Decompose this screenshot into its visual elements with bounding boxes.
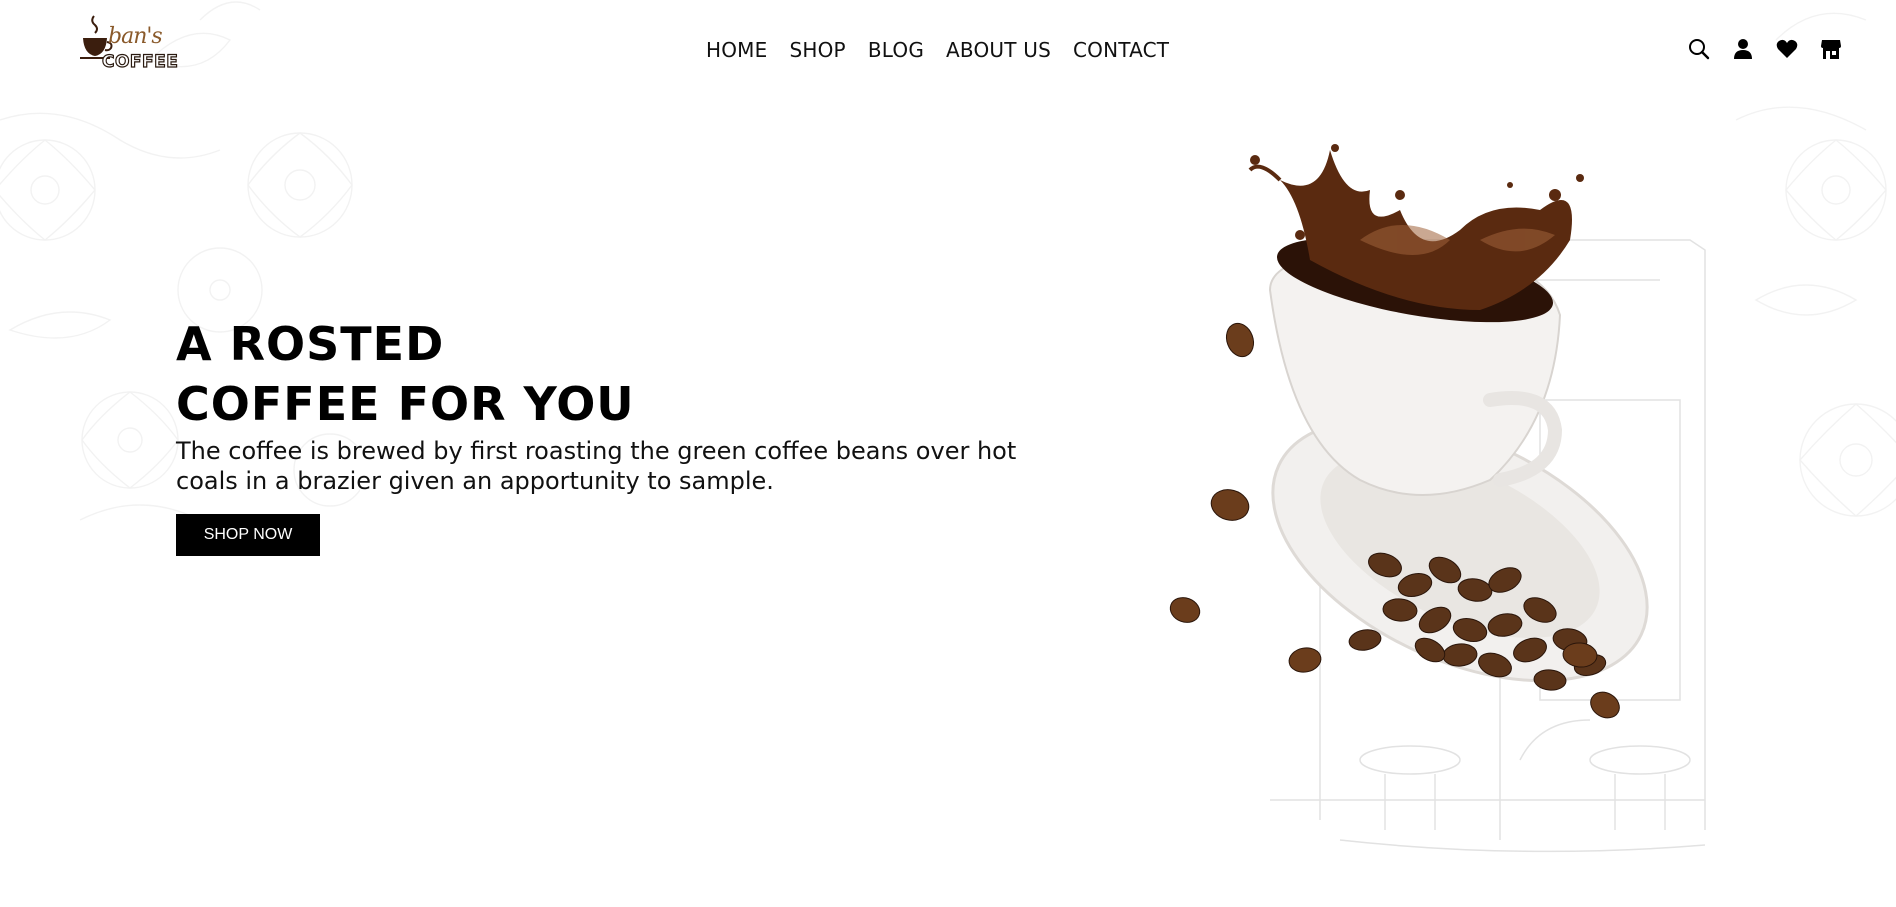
site-header: ban's COFFEE HOME SHOP BLOG ABOUT US CON… xyxy=(0,0,1896,100)
nav-item-contact[interactable]: CONTACT xyxy=(1073,38,1169,62)
brand-word: COFFEE xyxy=(101,51,179,72)
brand-logo[interactable]: ban's COFFEE xyxy=(80,12,180,74)
header-icons xyxy=(1688,38,1842,60)
nav-item-blog[interactable]: BLOG xyxy=(868,38,924,62)
coffee-cup-hero-image xyxy=(1169,144,1706,853)
search-icon[interactable] xyxy=(1688,38,1710,60)
nav-item-shop[interactable]: SHOP xyxy=(789,38,845,62)
nav-item-home[interactable]: HOME xyxy=(706,38,767,62)
hero-title-line-1: A ROSTED xyxy=(176,317,445,371)
store-icon[interactable] xyxy=(1820,38,1842,60)
user-icon[interactable] xyxy=(1732,38,1754,60)
shop-now-button[interactable]: SHOP NOW xyxy=(176,514,320,556)
heart-icon[interactable] xyxy=(1776,38,1798,60)
nav-item-about-us[interactable]: ABOUT US xyxy=(946,38,1051,62)
main-nav: HOME SHOP BLOG ABOUT US CONTACT xyxy=(706,38,1191,62)
hero-description: The coffee is brewed by first roasting t… xyxy=(176,437,1017,495)
hero-title: A ROSTED COFFEE FOR YOU xyxy=(176,314,635,434)
brand-script: ban's xyxy=(108,24,163,49)
hero-title-line-2: COFFEE FOR YOU xyxy=(176,377,635,431)
